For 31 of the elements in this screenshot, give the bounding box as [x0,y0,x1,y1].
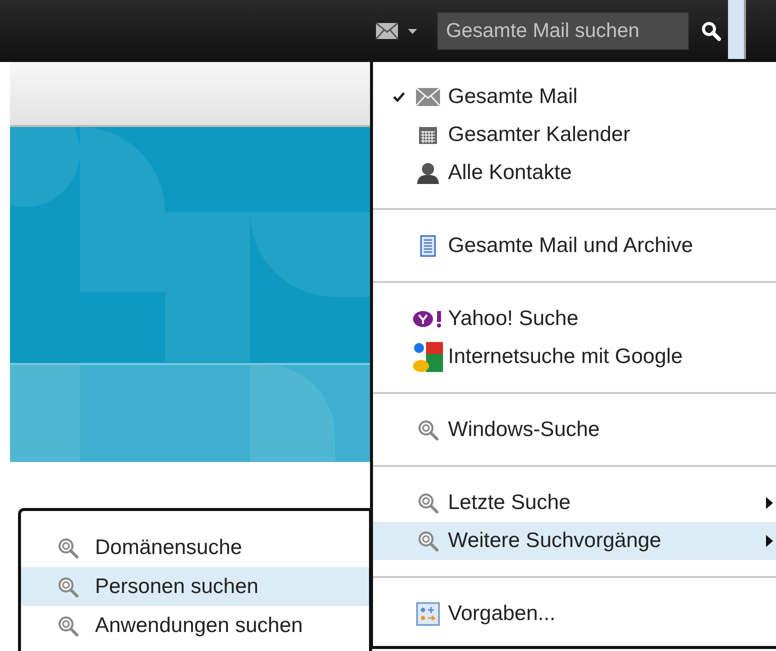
menu-item[interactable]: Gesamte Mail und Archive [373,227,776,265]
mail-icon[interactable] [375,22,399,40]
menu-item[interactable]: Personen suchen [21,567,369,606]
calendar-icon [418,126,438,144]
envelope-icon [415,87,441,107]
search-icon [417,419,439,441]
preferences-icon [416,602,440,626]
search-icon [57,576,79,598]
menu-item[interactable]: Yahoo! Suche [373,300,776,338]
search-field[interactable]: Gesamte Mail suchen [437,12,689,50]
menu-item[interactable]: Alle Kontakte [373,154,776,192]
search-icon [57,536,79,558]
menu-item[interactable]: Windows-Suche [373,411,776,449]
menu-item[interactable]: Domänensuche [21,528,369,567]
search-icon [417,530,439,552]
menu-item[interactable]: Letzte Suche [373,484,776,522]
caret-icon[interactable] [408,28,417,34]
menu-item[interactable]: Anwendungen suchen [21,606,369,645]
menu-item[interactable]: Weitere Suchvorgänge [373,522,776,560]
menu-item[interactable]: Internetsuche mit Google [373,338,776,376]
yahoo-logo-icon [412,310,444,328]
document-icon [420,235,436,257]
menu-item[interactable]: Gesamter Kalender [373,116,776,154]
person-icon [416,162,440,184]
menu-item[interactable]: Vorgaben... [373,595,776,633]
search-icon [57,614,79,636]
google-logo-icon [412,341,444,373]
search-icon [417,492,439,514]
menu-item[interactable]: Gesamte Mail [373,78,776,116]
panel-edge [728,0,746,62]
search-icon[interactable] [701,21,721,41]
